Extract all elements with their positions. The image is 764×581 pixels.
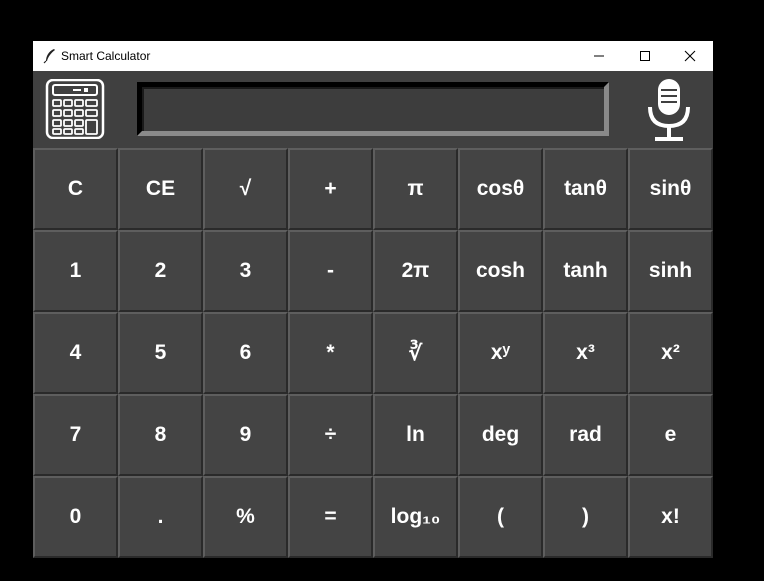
key-plus[interactable]: + <box>288 148 373 230</box>
key-sqrt[interactable]: √ <box>203 148 288 230</box>
maximize-button[interactable] <box>622 41 668 71</box>
key-2[interactable]: 2 <box>118 230 203 312</box>
key-x-squared[interactable]: x² <box>628 312 713 394</box>
key-rad[interactable]: rad <box>543 394 628 476</box>
close-icon <box>684 50 696 62</box>
display-value <box>142 87 604 131</box>
key-4[interactable]: 4 <box>33 312 118 394</box>
feather-icon <box>43 49 55 64</box>
key-sin[interactable]: sinθ <box>628 148 713 230</box>
key-cube-root[interactable]: ∛ <box>373 312 458 394</box>
key-equals[interactable]: = <box>288 476 373 558</box>
key-x-power-y[interactable]: xʸ <box>458 312 543 394</box>
key-clear-entry[interactable]: CE <box>118 148 203 230</box>
key-tan[interactable]: tanθ <box>543 148 628 230</box>
key-cos[interactable]: cosθ <box>458 148 543 230</box>
key-tanh[interactable]: tanh <box>543 230 628 312</box>
calculator-window: Smart Calculator C CE √ + π cosθ tanθ si… <box>33 41 713 558</box>
key-two-pi[interactable]: 2π <box>373 230 458 312</box>
key-minus[interactable]: - <box>288 230 373 312</box>
microphone-icon[interactable] <box>645 77 693 143</box>
key-3[interactable]: 3 <box>203 230 288 312</box>
key-ln[interactable]: ln <box>373 394 458 476</box>
key-factorial[interactable]: x! <box>628 476 713 558</box>
key-cosh[interactable]: cosh <box>458 230 543 312</box>
key-7[interactable]: 7 <box>33 394 118 476</box>
key-6[interactable]: 6 <box>203 312 288 394</box>
key-deg[interactable]: deg <box>458 394 543 476</box>
key-clear[interactable]: C <box>33 148 118 230</box>
key-e[interactable]: e <box>628 394 713 476</box>
window-title: Smart Calculator <box>61 49 151 63</box>
close-button[interactable] <box>667 41 713 71</box>
calculator-icon <box>45 79 105 139</box>
display-field[interactable] <box>137 82 609 136</box>
key-sinh[interactable]: sinh <box>628 230 713 312</box>
minimize-button[interactable] <box>576 41 622 71</box>
key-decimal[interactable]: . <box>118 476 203 558</box>
key-log10[interactable]: log₁₀ <box>373 476 458 558</box>
key-9[interactable]: 9 <box>203 394 288 476</box>
key-percent[interactable]: % <box>203 476 288 558</box>
key-8[interactable]: 8 <box>118 394 203 476</box>
key-5[interactable]: 5 <box>118 312 203 394</box>
header-area <box>33 71 713 148</box>
key-close-paren[interactable]: ) <box>543 476 628 558</box>
minimize-icon <box>594 55 604 57</box>
keypad: C CE √ + π cosθ tanθ sinθ 1 2 3-2π cosh tanh sinh 4 5 6 *… <box>33 148 713 558</box>
key-0[interactable]: 0 <box>33 476 118 558</box>
key-1[interactable]: 1 <box>33 230 118 312</box>
key-pi[interactable]: π <box>373 148 458 230</box>
title-bar: Smart Calculator <box>33 41 713 71</box>
key-open-paren[interactable]: ( <box>458 476 543 558</box>
key-multiply[interactable]: * <box>288 312 373 394</box>
key-divide[interactable]: ÷ <box>288 394 373 476</box>
maximize-icon <box>640 51 650 61</box>
key-x-cubed[interactable]: x³ <box>543 312 628 394</box>
